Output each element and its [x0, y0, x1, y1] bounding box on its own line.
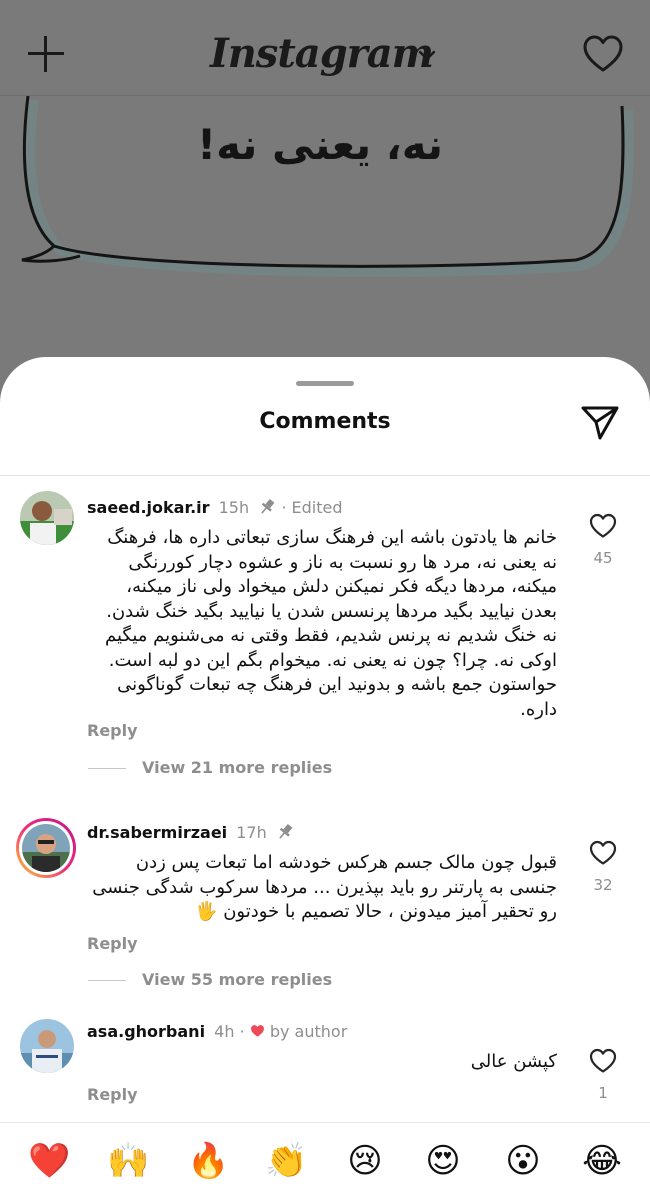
like-control[interactable]: 1	[580, 1048, 626, 1102]
send-icon[interactable]	[580, 403, 620, 443]
avatar[interactable]	[16, 818, 76, 878]
username[interactable]: dr.sabermirzaei	[87, 823, 227, 842]
emoji-heart-eyes[interactable]: 😍	[423, 1141, 463, 1181]
emoji-surprised[interactable]: 😮	[503, 1141, 543, 1181]
like-count: 1	[598, 1084, 608, 1102]
like-control[interactable]: 45	[580, 513, 626, 567]
username[interactable]: saeed.jokar.ir	[87, 498, 210, 517]
plus-icon[interactable]	[28, 36, 64, 72]
comment-text: خانم ها یادتون باشه این فرهنگ سازی تبعات…	[104, 527, 557, 720]
heart-icon[interactable]	[589, 1048, 617, 1074]
timestamp: 15h	[218, 498, 250, 517]
emoji-reaction-bar: ❤️ 🙌 🔥 👏 😢 😍 😮 😂	[0, 1122, 650, 1199]
sheet-drag-handle[interactable]	[296, 381, 354, 386]
timestamp: 17h	[236, 823, 267, 842]
view-more-replies-label: View 21 more replies	[142, 758, 333, 777]
like-control[interactable]: 32	[580, 840, 626, 894]
reply-button[interactable]: Reply	[87, 934, 138, 953]
comment-meta: asa.ghorbani 4h · by author	[87, 1022, 347, 1041]
heart-icon[interactable]	[589, 513, 617, 539]
heart-icon[interactable]	[582, 34, 624, 74]
timestamp: 4h	[214, 1022, 235, 1041]
heart-icon[interactable]	[589, 840, 617, 866]
username[interactable]: asa.ghorbani	[87, 1022, 205, 1041]
emoji-crying[interactable]: 😢	[345, 1141, 385, 1181]
by-author-label: by author	[269, 1022, 348, 1041]
comment-meta: saeed.jokar.ir 15h · Edited	[87, 498, 342, 517]
chevron-down-icon[interactable]	[416, 44, 438, 66]
view-more-replies[interactable]: View 21 more replies	[88, 758, 332, 777]
like-count: 45	[593, 549, 613, 567]
comment-text: کپشن عالی	[470, 1051, 557, 1072]
sheet-title: Comments	[259, 409, 391, 434]
like-count: 32	[593, 876, 613, 894]
replies-line	[88, 768, 126, 769]
view-more-replies-label: View 55 more replies	[142, 970, 333, 989]
avatar[interactable]	[20, 491, 74, 545]
view-more-replies[interactable]: View 55 more replies	[88, 970, 332, 989]
divider	[0, 475, 650, 476]
replies-line	[88, 980, 126, 981]
comment-text: قبول چون مالک جسم هرکس خودشه اما تبعات پ…	[92, 852, 557, 922]
pin-icon	[261, 498, 275, 514]
post-text: نه، یعنی نه!	[197, 120, 443, 169]
emoji-laughing[interactable]: 😂	[582, 1141, 622, 1181]
avatar[interactable]	[20, 1019, 74, 1073]
emoji-raising-hands[interactable]: 🙌	[107, 1141, 149, 1181]
comment-meta: dr.sabermirzaei 17h	[87, 823, 294, 842]
emoji-clapping[interactable]: 👏	[265, 1141, 307, 1181]
speech-bubble-illustration	[21, 95, 635, 277]
reply-button[interactable]: Reply	[87, 721, 138, 740]
emoji-fire[interactable]: 🔥	[187, 1141, 229, 1181]
reply-button[interactable]: Reply	[87, 1085, 138, 1104]
pin-icon	[279, 823, 293, 839]
separator-dot: ·	[239, 1022, 245, 1041]
emoji-heart[interactable]: ❤️	[28, 1141, 70, 1181]
comments-sheet: Comments saeed.jokar.ir 15h · Edited خان…	[0, 357, 650, 1199]
heart-filled-icon	[250, 1025, 264, 1037]
edited-label: · Edited	[281, 498, 343, 517]
